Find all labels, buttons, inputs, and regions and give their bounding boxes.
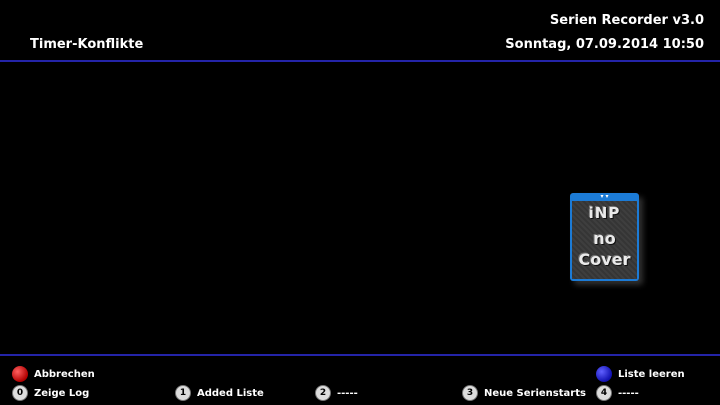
blue-button-icon bbox=[596, 366, 612, 382]
key-3-label: Neue Serienstarts bbox=[484, 387, 586, 399]
key-0-label: Zeige Log bbox=[34, 387, 90, 399]
key-3-button[interactable]: 3 Neue Serienstarts bbox=[462, 385, 586, 401]
header-divider bbox=[0, 60, 720, 62]
key-4-icon: 4 bbox=[596, 385, 612, 401]
key-1-icon: 1 bbox=[175, 385, 191, 401]
screen-title: Timer-Konflikte bbox=[30, 37, 144, 52]
key-1-label: Added Liste bbox=[197, 387, 264, 399]
cover-inner: iNP no Cover bbox=[572, 201, 637, 279]
key-2-icon: 2 bbox=[315, 385, 331, 401]
cover-no-text: no bbox=[593, 229, 616, 248]
key-1-button[interactable]: 1 Added Liste bbox=[175, 385, 264, 401]
key-2-button[interactable]: 2 ----- bbox=[315, 385, 358, 401]
datetime: Sonntag, 07.09.2014 10:50 bbox=[505, 37, 704, 52]
red-button-icon bbox=[12, 366, 28, 382]
footer-divider bbox=[0, 354, 720, 356]
key-3-icon: 3 bbox=[462, 385, 478, 401]
red-button-label: Abbrechen bbox=[34, 368, 95, 380]
red-button-abbrechen[interactable]: Abbrechen bbox=[12, 366, 95, 382]
key-4-button[interactable]: 4 ----- bbox=[596, 385, 639, 401]
app-title: Serien Recorder v3.0 bbox=[549, 13, 704, 28]
key-0-icon: 0 bbox=[12, 385, 28, 401]
key-4-label: ----- bbox=[618, 387, 639, 399]
blue-button-label: Liste leeren bbox=[618, 368, 685, 380]
cover-cover-text: Cover bbox=[578, 250, 631, 269]
key-0-button[interactable]: 0 Zeige Log bbox=[12, 385, 89, 401]
key-2-label: ----- bbox=[337, 387, 358, 399]
no-cover-image: ▾ ▾ iNP no Cover bbox=[570, 193, 639, 281]
blue-button-liste-leeren[interactable]: Liste leeren bbox=[596, 366, 685, 382]
cover-logo-text: iNP bbox=[588, 204, 621, 222]
cover-top-strip: ▾ ▾ bbox=[600, 193, 609, 200]
